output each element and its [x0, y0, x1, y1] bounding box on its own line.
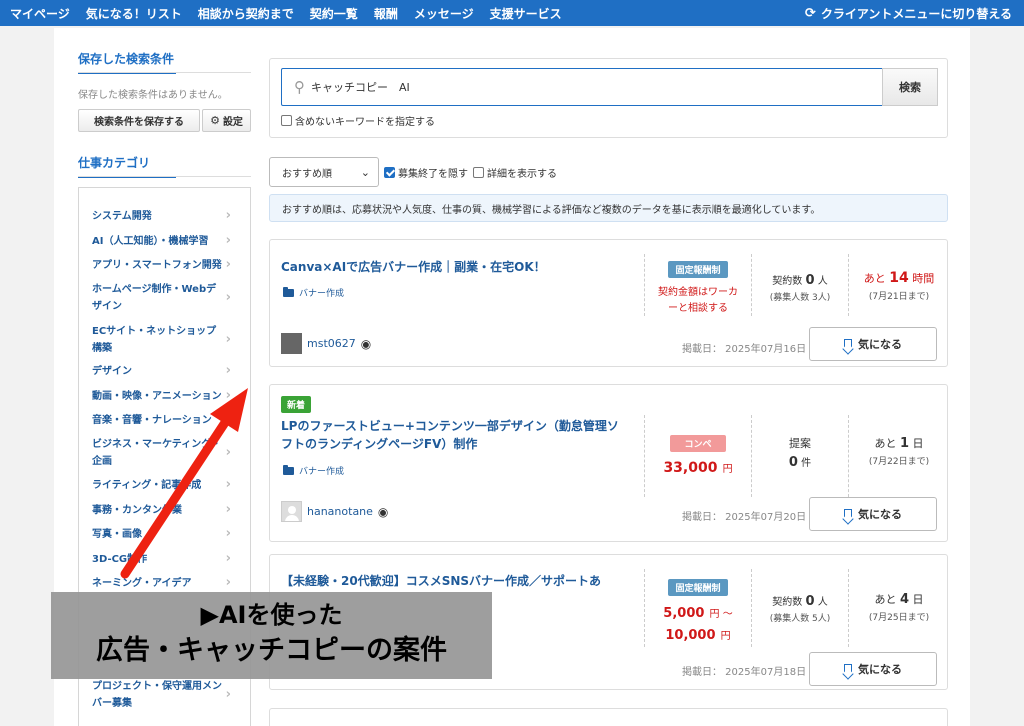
arrow-shaft — [120, 416, 231, 579]
caption-line: ▶AIを使った — [200, 601, 343, 629]
caption-line: 広告・キャッチコピーの案件 — [96, 635, 447, 666]
arrow-head — [210, 388, 248, 432]
caption-overlay: ▶AIを使った 広告・キャッチコピーの案件 — [51, 592, 492, 679]
